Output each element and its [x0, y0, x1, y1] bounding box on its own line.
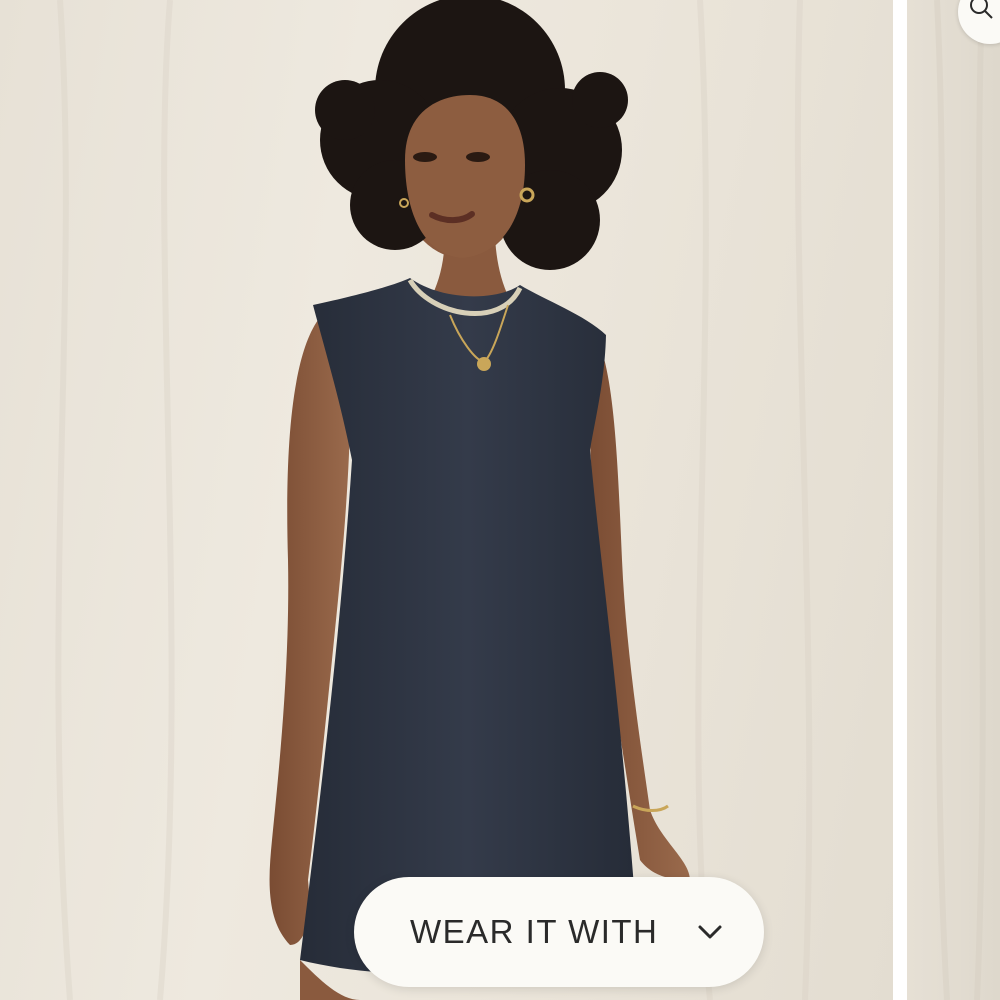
gallery-gutter: [893, 0, 907, 1000]
next-product-photo[interactable]: [907, 0, 1000, 1000]
wear-it-with-label: WEAR IT WITH: [410, 913, 659, 950]
wear-it-with-button[interactable]: WEAR IT WITH: [354, 877, 764, 987]
chevron-down-icon: [696, 918, 724, 946]
product-photo[interactable]: [0, 0, 893, 1000]
zoom-icon: [968, 0, 994, 20]
product-gallery[interactable]: [0, 0, 1000, 1000]
